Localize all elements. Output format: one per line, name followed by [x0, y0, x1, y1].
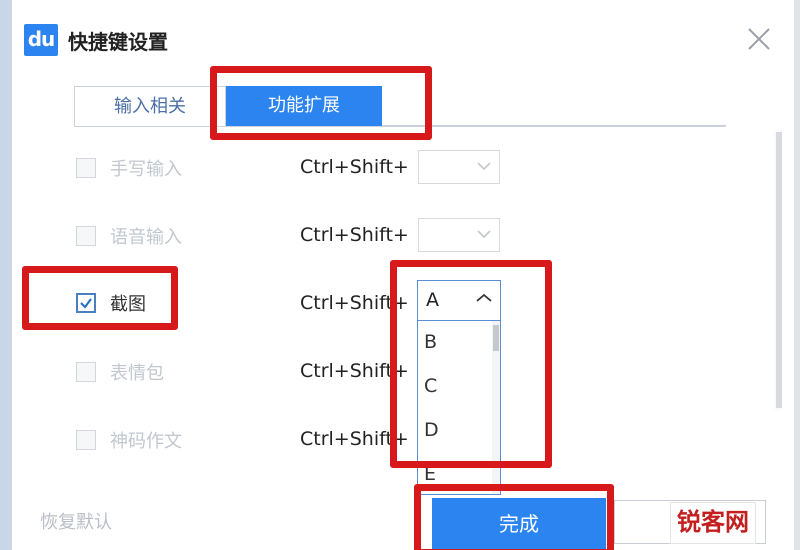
selected-key: A [426, 289, 439, 311]
emoji-checkbox[interactable] [76, 362, 96, 382]
essay-label: 神码作文 [110, 431, 182, 452]
shortcut-row-essay: 神码作文 Ctrl+Shift+ [0, 418, 800, 462]
checkmark-icon [80, 298, 92, 309]
shortcut-settings-dialog: du 快捷键设置 输入相关 功能扩展 手写输入 Ctrl+Shift+ 语音输入… [0, 0, 800, 550]
screenshot-key-dropdown[interactable]: A B C D E [417, 280, 501, 495]
done-button[interactable]: 完成 [432, 498, 606, 550]
handwriting-checkbox[interactable] [76, 158, 96, 178]
essay-modifiers: Ctrl+Shift+ [300, 428, 409, 450]
restore-defaults-link[interactable]: 恢复默认 [40, 508, 112, 534]
dropdown-option[interactable]: C [424, 375, 437, 397]
screenshot-checkbox[interactable] [76, 293, 96, 313]
chevron-up-icon [476, 293, 492, 302]
app-logo: du [24, 24, 58, 56]
dropdown-option[interactable]: B [424, 331, 437, 353]
dialog-title: 快捷键设置 [68, 30, 168, 54]
chevron-down-icon [477, 230, 491, 239]
dropdown-option[interactable]: D [424, 419, 439, 441]
voice-key-select[interactable] [418, 218, 500, 252]
tab-feature-extensions[interactable]: 功能扩展 [226, 86, 382, 126]
handwriting-modifiers: Ctrl+Shift+ [300, 156, 409, 178]
essay-checkbox[interactable] [76, 430, 96, 450]
background-window-edge-right [794, 0, 800, 550]
voice-modifiers: Ctrl+Shift+ [300, 224, 409, 246]
background-window-edge [0, 0, 12, 550]
emoji-modifiers: Ctrl+Shift+ [300, 360, 409, 382]
close-icon [748, 28, 770, 50]
emoji-label: 表情包 [110, 363, 164, 384]
screenshot-modifiers: Ctrl+Shift+ [300, 292, 409, 314]
dropdown-scrollbar-thumb[interactable] [493, 325, 499, 351]
handwriting-key-select[interactable] [418, 150, 500, 184]
screenshot-label: 截图 [110, 294, 146, 315]
watermark-logo: 锐客网 [670, 502, 756, 544]
shortcut-row-screenshot: 截图 Ctrl+Shift+ [0, 282, 800, 326]
dropdown-option[interactable]: E [424, 463, 436, 485]
shortcut-row-emoji: 表情包 Ctrl+Shift+ [0, 350, 800, 394]
voice-checkbox[interactable] [76, 226, 96, 246]
chevron-down-icon [477, 162, 491, 171]
shortcut-row-voice: 语音输入 Ctrl+Shift+ [0, 214, 800, 258]
screenshot-key-select[interactable]: A [418, 281, 500, 321]
tab-input-related[interactable]: 输入相关 [74, 86, 226, 126]
shortcut-row-handwriting: 手写输入 Ctrl+Shift+ [0, 146, 800, 190]
handwriting-label: 手写输入 [110, 159, 182, 180]
close-button[interactable] [742, 22, 776, 56]
voice-label: 语音输入 [110, 227, 182, 248]
